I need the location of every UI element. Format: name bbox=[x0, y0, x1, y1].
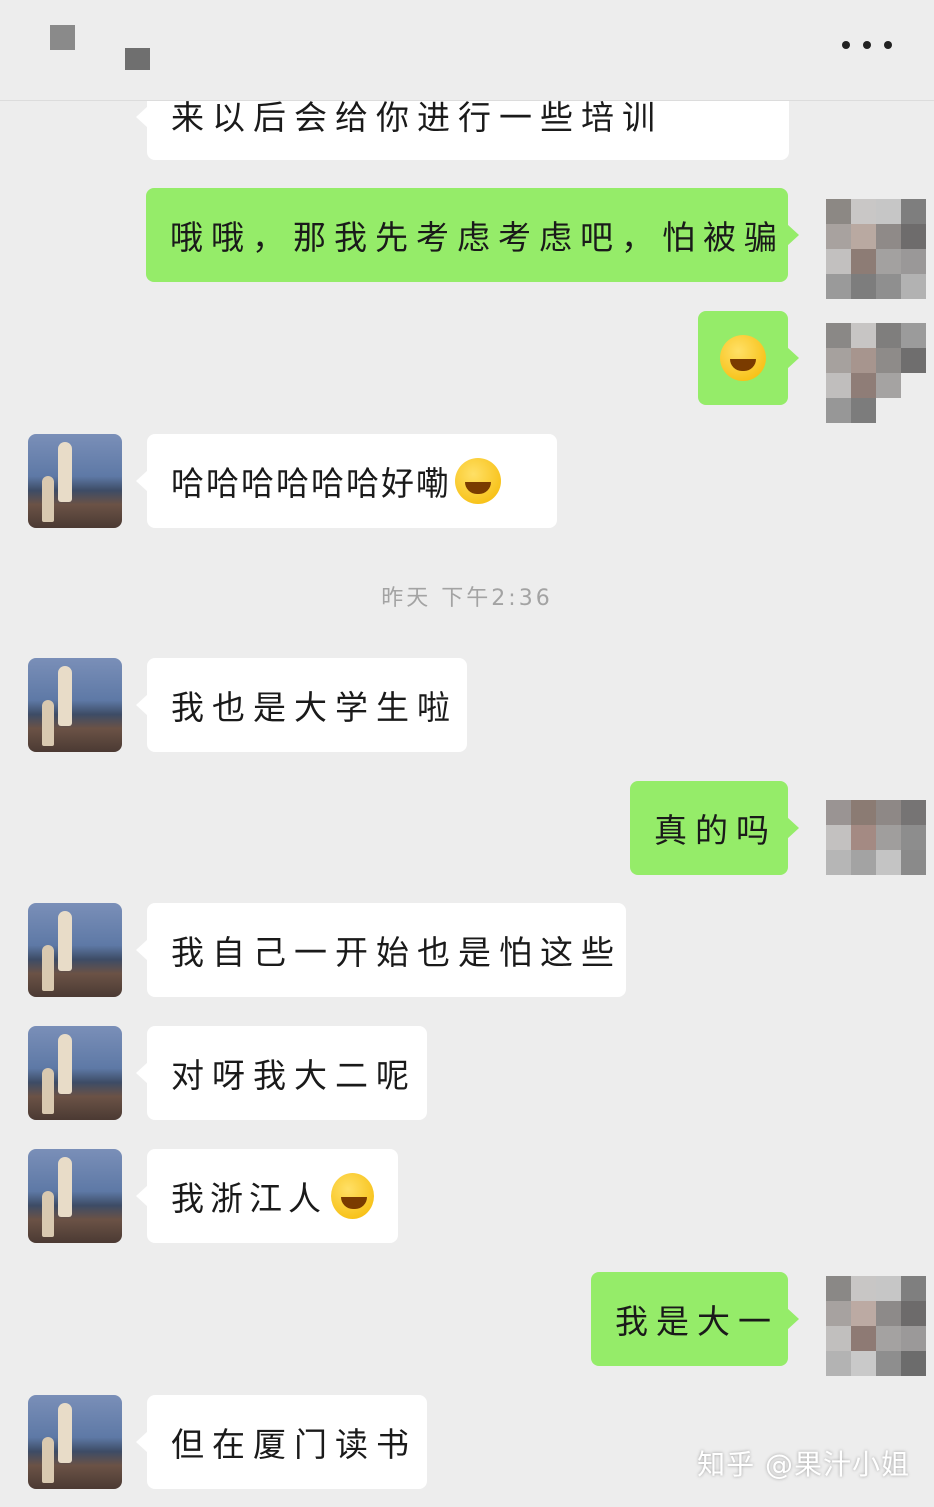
contact-avatar[interactable] bbox=[28, 1149, 122, 1243]
message-bubble-incoming[interactable]: 对呀我大二呢 bbox=[136, 1026, 427, 1120]
chat-header bbox=[0, 0, 934, 101]
contact-avatar[interactable] bbox=[28, 903, 122, 997]
laugh-tears-emoji bbox=[720, 335, 766, 381]
contact-name-redacted-2 bbox=[125, 48, 150, 70]
message-bubble-outgoing[interactable]: 真的吗 bbox=[630, 781, 799, 875]
message-bubble-outgoing[interactable] bbox=[698, 311, 799, 405]
facepalm-emoji bbox=[455, 458, 501, 504]
message-text: 但在厦门读书 bbox=[171, 1425, 417, 1464]
message-text: 哈哈哈哈哈哈好嘞 bbox=[171, 464, 451, 503]
message-bubble-incoming[interactable]: 哈哈哈哈哈哈好嘞 bbox=[136, 434, 557, 528]
my-avatar[interactable] bbox=[826, 199, 926, 299]
message-text: 我也是大学生啦 bbox=[171, 688, 458, 727]
contact-name-redacted bbox=[50, 25, 75, 50]
watermark: 知乎 @果汁小姐 bbox=[697, 1448, 910, 1481]
chat-timestamp: 昨天 下午2:36 bbox=[381, 586, 553, 611]
message-bubble-incoming[interactable]: 但在厦门读书 bbox=[136, 1395, 427, 1489]
message-text: 对呀我大二呢 bbox=[171, 1056, 417, 1095]
message-text: 我浙江人 bbox=[171, 1179, 327, 1218]
message-text: 真的吗 bbox=[654, 811, 777, 850]
grin-emoji bbox=[331, 1173, 374, 1219]
message-bubble-outgoing[interactable]: 哦哦，那我先考虑考虑吧，怕被骗 bbox=[146, 188, 799, 282]
more-icon[interactable] bbox=[842, 28, 892, 62]
message-text: 我是大一 bbox=[615, 1302, 779, 1341]
my-avatar[interactable] bbox=[826, 323, 926, 423]
my-avatar[interactable] bbox=[826, 800, 926, 875]
contact-avatar[interactable] bbox=[28, 658, 122, 752]
my-avatar[interactable] bbox=[826, 1276, 926, 1376]
message-bubble-incoming[interactable]: 我也是大学生啦 bbox=[136, 658, 467, 752]
message-bubble-outgoing[interactable]: 我是大一 bbox=[591, 1272, 799, 1366]
message-text: 哦哦，那我先考虑考虑吧，怕被骗 bbox=[170, 218, 785, 257]
contact-avatar[interactable] bbox=[28, 1026, 122, 1120]
message-text: 我自己一开始也是怕这些 bbox=[171, 933, 622, 972]
message-bubble-incoming[interactable]: 我浙江人 bbox=[136, 1149, 398, 1243]
contact-avatar[interactable] bbox=[28, 1395, 122, 1489]
contact-avatar[interactable] bbox=[28, 434, 122, 528]
message-bubble-incoming[interactable]: 我自己一开始也是怕这些 bbox=[136, 903, 626, 997]
